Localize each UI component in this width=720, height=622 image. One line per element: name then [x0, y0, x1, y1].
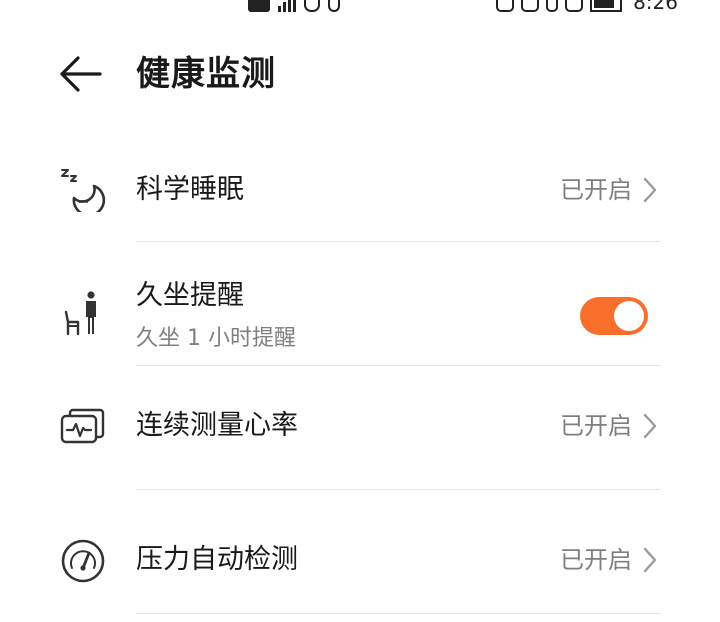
- list-item-scientific-sleep[interactable]: 科学睡眠 已开启: [0, 140, 720, 242]
- status-label: 已开启: [560, 176, 632, 204]
- hd-icon: [248, 0, 270, 12]
- back-button[interactable]: [56, 50, 108, 98]
- status-label: 已开启: [560, 412, 632, 440]
- alarm-icon: [521, 0, 540, 12]
- sedentary-person-icon: [60, 290, 106, 336]
- list-item-stress-auto-detection[interactable]: 压力自动检测 已开启: [0, 490, 720, 614]
- chevron-right-icon: [643, 547, 657, 573]
- divider: [136, 613, 660, 614]
- status-bar-left: [248, 0, 340, 12]
- status-bar: 8:26: [0, 0, 720, 12]
- page-title: 健康监测: [136, 54, 276, 94]
- list-item-continuous-heart-rate[interactable]: 连续测量心率 已开启: [0, 366, 720, 490]
- location-icon: [328, 0, 340, 12]
- list-item-title: 久坐提醒: [136, 280, 244, 311]
- status-bar-right: 8:26: [496, 0, 678, 12]
- arrow-left-icon: [60, 56, 102, 92]
- vibrate-icon: [565, 0, 584, 12]
- sleep-moon-icon: [60, 166, 106, 212]
- sedentary-reminder-toggle[interactable]: [580, 297, 648, 335]
- stress-gauge-icon: [60, 538, 106, 584]
- heart-rate-monitor-icon: [60, 404, 106, 450]
- signal-icon: [278, 0, 296, 12]
- bluetooth-icon: [546, 0, 559, 12]
- list-item-subtitle: 久坐 1 小时提醒: [136, 326, 296, 351]
- status-label: 已开启: [560, 546, 632, 574]
- toggle-knob: [614, 301, 644, 331]
- health-monitoring-screen: 8:26 健康监测 科学睡眠 已开启 久坐提醒 久坐 1 小时提醒 连续测量心率…: [0, 0, 720, 622]
- battery-icon: [590, 0, 623, 12]
- status-time: 8:26: [633, 0, 678, 14]
- list-item-title: 科学睡眠: [136, 174, 244, 205]
- list-item-sedentary-reminder[interactable]: 久坐提醒 久坐 1 小时提醒: [0, 242, 720, 366]
- chevron-right-icon: [643, 413, 657, 439]
- list-item-title: 连续测量心率: [136, 410, 298, 441]
- chevron-right-icon: [643, 177, 657, 203]
- settings-list: 科学睡眠 已开启 久坐提醒 久坐 1 小时提醒 连续测量心率 已开启 压力自动检…: [0, 140, 720, 614]
- list-item-title: 压力自动检测: [136, 544, 298, 575]
- app-header: 健康监测: [0, 44, 720, 104]
- nfc-icon: [496, 0, 515, 12]
- wifi-icon: [304, 0, 320, 12]
